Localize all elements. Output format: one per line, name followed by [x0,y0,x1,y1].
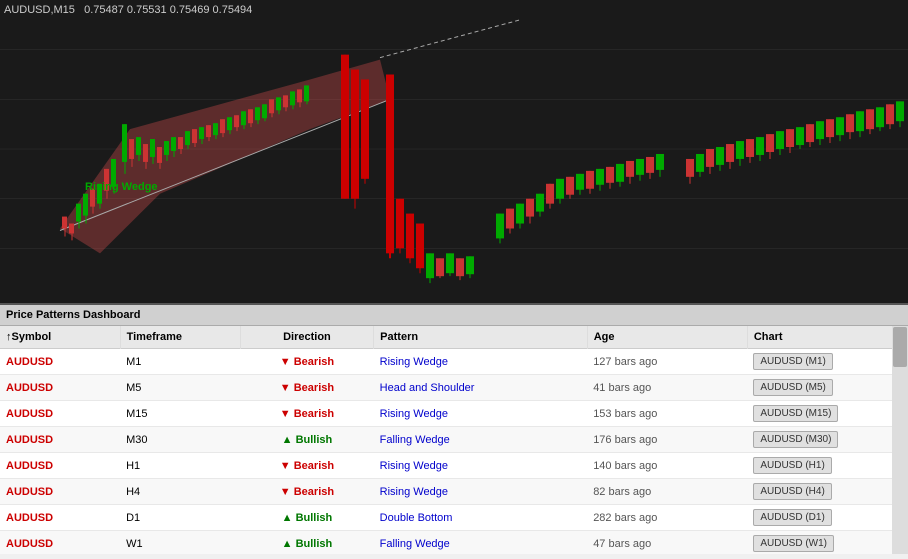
table-container[interactable]: ↑Symbol Timeframe Direction Pattern Age … [0,326,908,554]
chart-svg [0,0,908,303]
chart-button[interactable]: AUDUSD (M1) [753,353,833,370]
cell-age: 282 bars ago [587,505,747,531]
cell-timeframe: W1 [120,531,240,555]
cell-direction: ▲ Bullish [240,505,373,531]
cell-pattern: Rising Wedge [374,401,588,427]
cell-age: 176 bars ago [587,427,747,453]
cell-direction: ▼ Bearish [240,349,373,375]
chart-header: AUDUSD,M15 0.75487 0.75531 0.75469 0.754… [4,4,252,16]
cell-symbol: AUDUSD [0,401,120,427]
cell-age: 82 bars ago [587,479,747,505]
table-row: AUDUSD M30 ▲ Bullish Falling Wedge 176 b… [0,427,908,453]
chart-button[interactable]: AUDUSD (M15) [753,405,838,422]
cell-symbol: AUDUSD [0,531,120,555]
cell-timeframe: M15 [120,401,240,427]
cell-pattern: Falling Wedge [374,427,588,453]
dashboard: Price Patterns Dashboard ↑Symbol Timefra… [0,305,908,559]
cell-age: 41 bars ago [587,375,747,401]
chart-button[interactable]: AUDUSD (H1) [753,457,831,474]
cell-timeframe: M30 [120,427,240,453]
cell-timeframe: H1 [120,453,240,479]
cell-chart[interactable]: AUDUSD (M5) [747,375,907,401]
scrollbar[interactable] [892,326,908,554]
col-chart[interactable]: Chart [747,326,907,349]
chart-prices: 0.75487 0.75531 0.75469 0.75494 [84,4,252,16]
cell-pattern: Falling Wedge [374,531,588,555]
cell-age: 140 bars ago [587,453,747,479]
cell-direction: ▲ Bullish [240,531,373,555]
table-header-row: ↑Symbol Timeframe Direction Pattern Age … [0,326,908,349]
cell-timeframe: M1 [120,349,240,375]
rising-wedge-chart-label: Rising Wedge [85,181,158,193]
chart-button[interactable]: AUDUSD (H4) [753,483,831,500]
cell-chart[interactable]: AUDUSD (M1) [747,349,907,375]
col-direction[interactable]: Direction [240,326,373,349]
cell-direction: ▼ Bearish [240,401,373,427]
cell-pattern: Head and Shoulder [374,375,588,401]
cell-pattern: Rising Wedge [374,479,588,505]
cell-direction: ▲ Bullish [240,427,373,453]
patterns-table: ↑Symbol Timeframe Direction Pattern Age … [0,326,908,554]
scrollbar-thumb[interactable] [893,327,907,367]
cell-symbol: AUDUSD [0,505,120,531]
cell-timeframe: H4 [120,479,240,505]
col-symbol[interactable]: ↑Symbol [0,326,120,349]
cell-chart[interactable]: AUDUSD (M15) [747,401,907,427]
cell-symbol: AUDUSD [0,453,120,479]
cell-direction: ▼ Bearish [240,375,373,401]
col-age[interactable]: Age [587,326,747,349]
table-row: AUDUSD H1 ▼ Bearish Rising Wedge 140 bar… [0,453,908,479]
table-row: AUDUSD D1 ▲ Bullish Double Bottom 282 ba… [0,505,908,531]
cell-chart[interactable]: AUDUSD (H1) [747,453,907,479]
chart-button[interactable]: AUDUSD (M30) [753,431,838,448]
table-row: AUDUSD H4 ▼ Bearish Rising Wedge 82 bars… [0,479,908,505]
cell-pattern: Double Bottom [374,505,588,531]
cell-timeframe: M5 [120,375,240,401]
cell-symbol: AUDUSD [0,349,120,375]
cell-pattern: Rising Wedge [374,453,588,479]
dashboard-title-text: Price Patterns Dashboard [6,309,141,321]
chart-area: AUDUSD,M15 0.75487 0.75531 0.75469 0.754… [0,0,908,305]
cell-direction: ▼ Bearish [240,479,373,505]
chart-symbol: AUDUSD,M15 [4,4,75,16]
table-row: AUDUSD M5 ▼ Bearish Head and Shoulder 41… [0,375,908,401]
cell-age: 153 bars ago [587,401,747,427]
table-row: AUDUSD W1 ▲ Bullish Falling Wedge 47 bar… [0,531,908,555]
cell-symbol: AUDUSD [0,479,120,505]
table-body: AUDUSD M1 ▼ Bearish Rising Wedge 127 bar… [0,349,908,555]
cell-direction: ▼ Bearish [240,453,373,479]
cell-age: 127 bars ago [587,349,747,375]
cell-chart[interactable]: AUDUSD (D1) [747,505,907,531]
chart-button[interactable]: AUDUSD (W1) [753,535,834,552]
table-row: AUDUSD M1 ▼ Bearish Rising Wedge 127 bar… [0,349,908,375]
chart-button[interactable]: AUDUSD (M5) [753,379,833,396]
chart-button[interactable]: AUDUSD (D1) [753,509,831,526]
cell-chart[interactable]: AUDUSD (H4) [747,479,907,505]
col-pattern[interactable]: Pattern [374,326,588,349]
cell-timeframe: D1 [120,505,240,531]
table-row: AUDUSD M15 ▼ Bearish Rising Wedge 153 ba… [0,401,908,427]
cell-symbol: AUDUSD [0,375,120,401]
dashboard-title: Price Patterns Dashboard [0,305,908,326]
cell-pattern: Rising Wedge [374,349,588,375]
cell-symbol: AUDUSD [0,427,120,453]
cell-chart[interactable]: AUDUSD (M30) [747,427,907,453]
cell-age: 47 bars ago [587,531,747,555]
col-timeframe[interactable]: Timeframe [120,326,240,349]
cell-chart[interactable]: AUDUSD (W1) [747,531,907,555]
